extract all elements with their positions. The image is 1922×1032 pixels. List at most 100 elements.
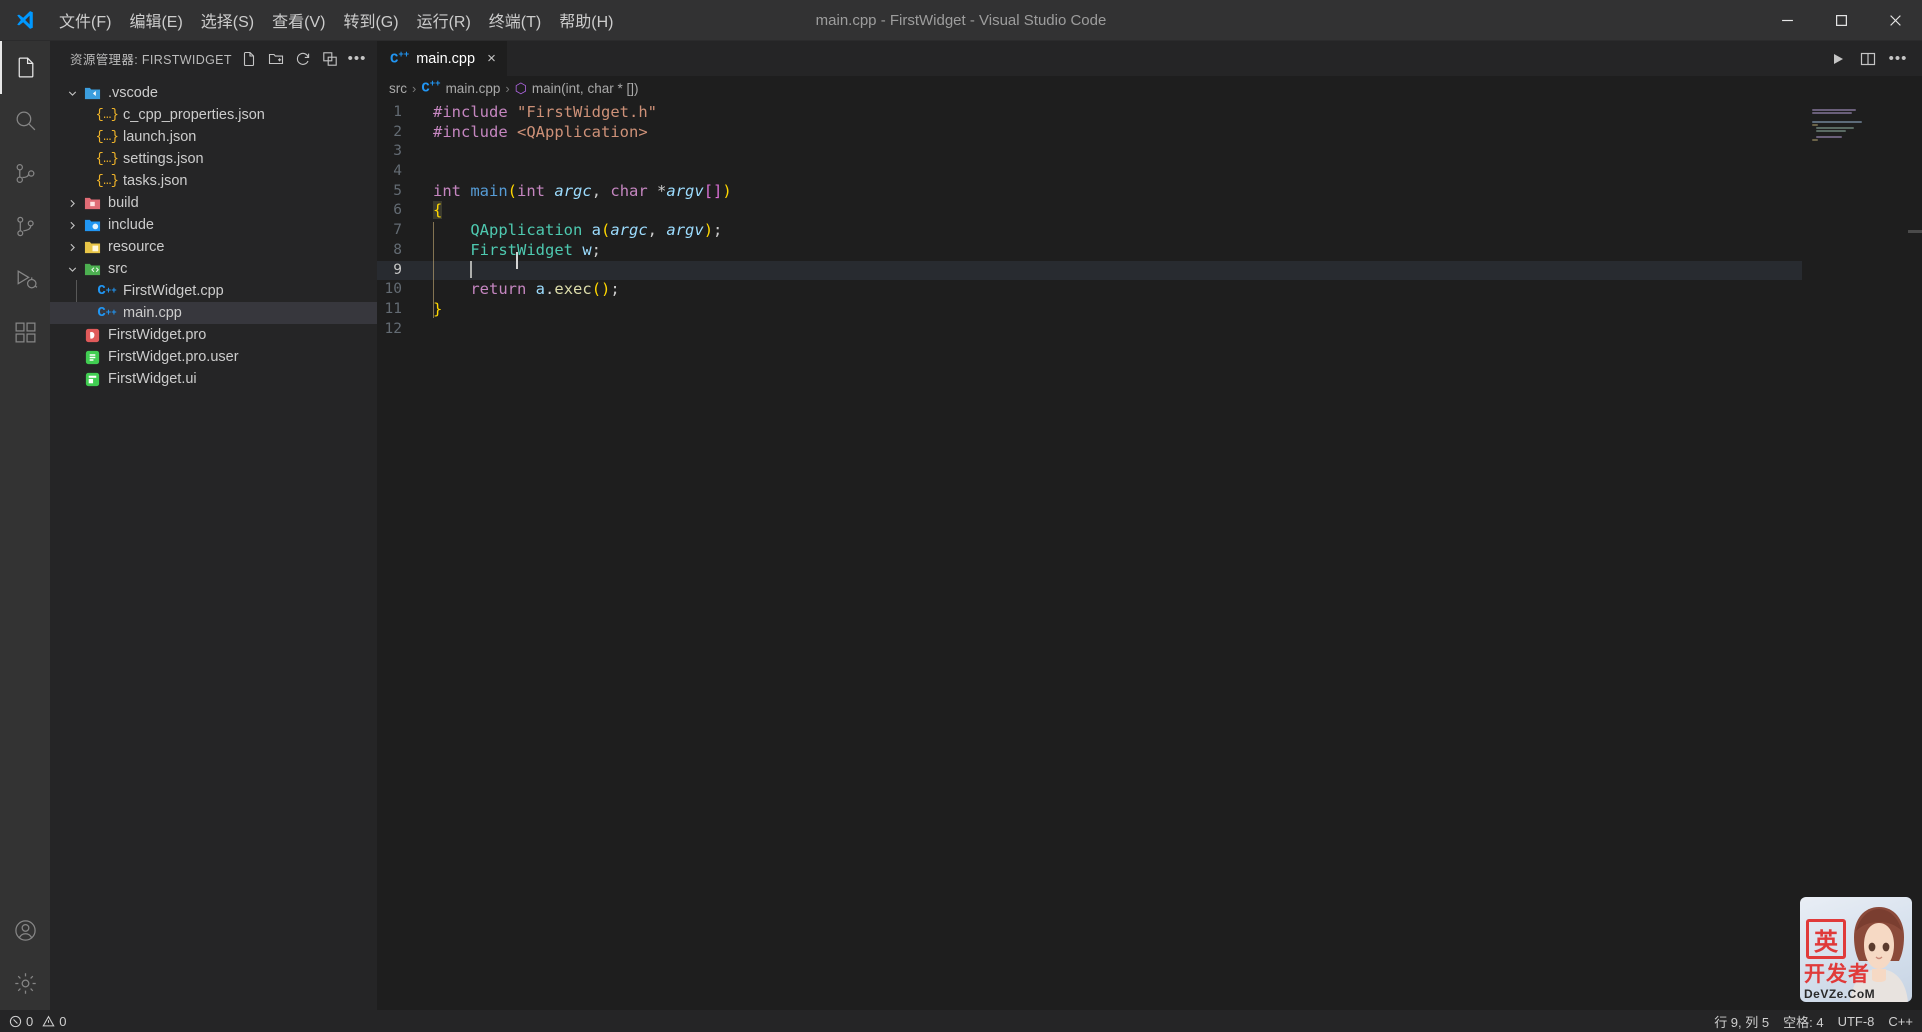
line-content: int main(int argc, char *argv[]) [433,181,732,200]
collapse-all-icon [323,51,337,66]
run-button[interactable] [1824,45,1852,73]
json-icon: {…} [95,151,119,167]
status-language-mode[interactable]: C++ [1881,1014,1920,1029]
tree-item-firstwidget-pro[interactable]: FirstWidget.pro [50,324,377,346]
activity-git-branch[interactable] [0,200,50,253]
status-encoding[interactable]: UTF-8 [1831,1014,1882,1029]
activity-search[interactable] [0,94,50,147]
files-icon [18,57,33,78]
tree-item-label: settings.json [123,151,204,167]
json-icon: {…} [95,129,119,145]
activity-run-debug[interactable] [0,253,50,306]
breadcrumb-item-src[interactable]: src [389,81,407,96]
tree-item-firstwidget-cpp[interactable]: C ++ FirstWidget.cpp [50,280,377,302]
chevron-right-icon[interactable] [63,241,81,254]
menu-go[interactable]: 转到(G) [334,0,407,40]
cpp-icon: C++ [421,79,441,97]
line-number: 2 [393,123,402,140]
folder-build-icon [81,195,103,212]
code-line-12: 12 [377,320,1802,340]
tree-item-resource[interactable]: resource [50,236,377,258]
minimap-line [1816,136,1842,138]
tree-item-main-cpp[interactable]: C ++ main.cpp [50,302,377,324]
collapse-all-button[interactable] [318,47,342,71]
chevron-right-icon[interactable] [63,197,81,210]
views-and-more-button[interactable]: ••• [345,47,369,71]
minimap[interactable] [1802,100,1922,1010]
tree-item-label: FirstWidget.pro.user [108,349,239,365]
breadcrumb: src › C++ main.cpp › ⬡ main(int, char * … [377,76,1922,100]
tab-main-cpp[interactable]: C++ main.cpp × [377,41,508,76]
code-line-11: 11 } [377,300,1802,320]
menu-selection[interactable]: 选择(S) [192,0,263,40]
status-indentation[interactable]: 空格: 4 [1776,1012,1830,1031]
tree-item-firstwidget-pro-user[interactable]: FirstWidget.pro.user [50,346,377,368]
tree-item-build[interactable]: build [50,192,377,214]
status-bar: 0 0 行 9, 列 5 空格: 4 UTF-8 C++ [0,1010,1922,1032]
activity-source-control[interactable] [0,147,50,200]
qt-ui-icon [81,371,103,388]
tree-item-label: FirstWidget.cpp [123,283,224,299]
more-actions-button[interactable]: ••• [1884,45,1912,73]
tree-item-vscode[interactable]: .vscode [50,82,377,104]
line-number: 6 [393,202,402,219]
sidebar-title: 资源管理器: FIRSTWIDGET [70,53,232,67]
breadcrumb-item-main-cpp[interactable]: C++ main.cpp [421,79,500,97]
refresh-button[interactable] [291,47,315,71]
code-line-10: 10 return a.exec(); [377,280,1802,300]
watermark-overlay: 英 开发者 DeVZe.CoM [1800,897,1912,1002]
code-editor[interactable]: 1 #include "FirstWidget.h" 2 #include <Q… [377,100,1922,1010]
chevron-down-icon[interactable] [63,87,81,100]
tree-item-c-cpp-properties-json[interactable]: {…} c_cpp_properties.json [50,104,377,126]
tabs-filler [507,41,1824,76]
new-file-button[interactable] [237,47,261,71]
code-lines[interactable]: 1 #include "FirstWidget.h" 2 #include <Q… [377,100,1802,1010]
status-cursor-position[interactable]: 行 9, 列 5 [1707,1012,1776,1031]
close-tab-button[interactable]: × [487,51,496,66]
minimap-line [1816,127,1854,129]
split-editor-button[interactable] [1854,45,1882,73]
watermark-band: 开发者 DeVZe.CoM [1800,963,1912,1002]
tree-item-firstwidget-ui[interactable]: FirstWidget.ui [50,368,377,390]
tree-item-settings-json[interactable]: {…} settings.json [50,148,377,170]
tree-item-include[interactable]: include [50,214,377,236]
code-line-7: 7 QApplication a(argc, argv); [377,221,1802,241]
tree-item-launch-json[interactable]: {…} launch.json [50,126,377,148]
folder-src-icon [81,261,103,278]
activity-extensions[interactable] [0,306,50,359]
activity-settings[interactable] [0,957,50,1010]
workbench-body: 资源管理器: FIRSTWIDGET ••• .vscode {…} c_cpp… [0,41,1922,1010]
chevron-down-icon[interactable] [63,263,81,276]
menu-run[interactable]: 运行(R) [408,0,480,40]
menu-terminal[interactable]: 终端(T) [480,0,550,40]
breadcrumb-item-symbol[interactable]: ⬡ main(int, char * []) [515,80,639,97]
vscode-logo-icon [0,9,50,31]
activity-bar [0,41,50,1010]
activity-explorer[interactable] [0,41,50,94]
minimize-button[interactable] [1760,0,1814,40]
tree-item-label: resource [108,239,165,255]
line-content: #include <QApplication> [433,122,648,141]
close-button[interactable] [1868,0,1922,40]
git-branch-icon [16,216,34,237]
new-file-icon [243,51,255,66]
tree-item-tasks-json[interactable]: {…} tasks.json [50,170,377,192]
menu-file[interactable]: 文件(F) [50,0,120,40]
minimap-line [1812,109,1856,111]
editor-actions: ••• [1824,41,1922,76]
tree-item-label: launch.json [123,129,197,145]
status-problems[interactable]: 0 0 [2,1010,73,1032]
menu-help[interactable]: 帮助(H) [550,0,622,40]
warning-count: 0 [59,1013,67,1029]
minimap-line [1812,124,1818,126]
activity-accounts[interactable] [0,904,50,957]
menu-view[interactable]: 查看(V) [263,0,334,40]
sidebar-actions: ••• [237,47,369,71]
new-folder-button[interactable] [264,47,288,71]
menu-bar: 文件(F) 编辑(E) 选择(S) 查看(V) 转到(G) 运行(R) 终端(T… [50,0,622,40]
tree-item-src[interactable]: src [50,258,377,280]
maximize-button[interactable] [1814,0,1868,40]
menu-edit[interactable]: 编辑(E) [120,0,191,40]
chevron-right-icon[interactable] [63,219,81,232]
line-number: 4 [393,163,402,180]
